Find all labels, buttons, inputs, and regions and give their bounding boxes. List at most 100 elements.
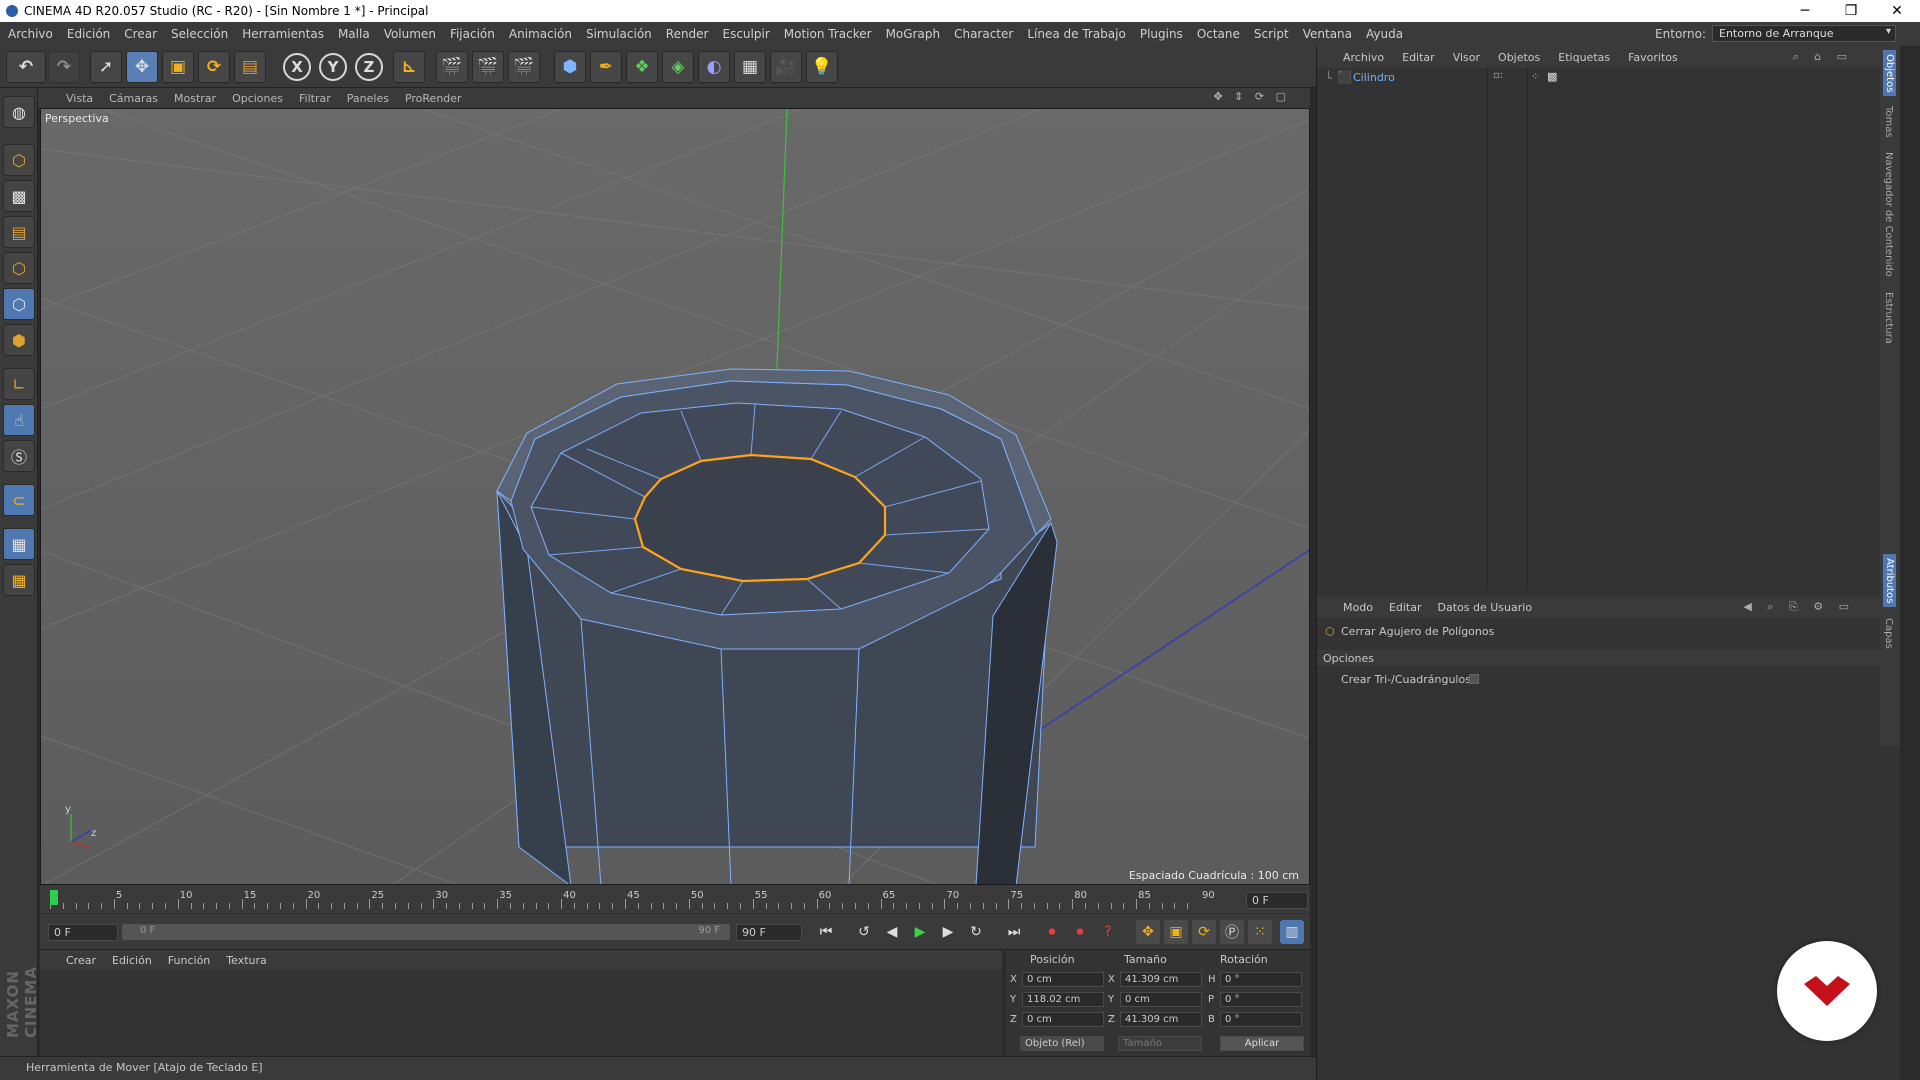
- solo-mode-icon[interactable]: Ⓢ: [3, 440, 35, 472]
- menu-edicion[interactable]: Edición: [67, 27, 110, 41]
- material-menu-crear[interactable]: Crear: [66, 954, 96, 967]
- frame-range-slider[interactable]: 0 F 90 F: [122, 924, 730, 940]
- entorno-dropdown[interactable]: Entorno de Arranque: [1712, 25, 1896, 42]
- keyframe-selection-icon[interactable]: ?: [1096, 920, 1120, 944]
- edges-mode-icon[interactable]: ⬡: [3, 288, 35, 320]
- menu-crear[interactable]: Crear: [124, 27, 157, 41]
- menu-esculpir[interactable]: Esculpir: [723, 27, 770, 41]
- cube-primitive-icon[interactable]: ⬢: [554, 51, 586, 83]
- menu-motion-tracker[interactable]: Motion Tracker: [784, 27, 872, 41]
- close-button[interactable]: ✕: [1874, 0, 1920, 22]
- tab-capas[interactable]: Capas: [1883, 618, 1894, 649]
- viewport-menu-vista[interactable]: Vista: [66, 92, 93, 105]
- object-manager-search-icon[interactable]: ⌕ ⌂ ▭: [1792, 50, 1853, 64]
- minimize-button[interactable]: ─: [1782, 0, 1828, 22]
- rotation-h-field[interactable]: 0 °: [1220, 972, 1302, 987]
- redo-icon[interactable]: ↷: [48, 51, 80, 83]
- object-menu-favoritos[interactable]: Favoritos: [1628, 51, 1678, 64]
- tab-tomas[interactable]: Tomas: [1883, 106, 1894, 138]
- menu-octane[interactable]: Octane: [1197, 27, 1240, 41]
- attribute-menu-datos-de-usuario[interactable]: Datos de Usuario: [1438, 601, 1533, 614]
- scale-tool-icon[interactable]: ▣: [162, 51, 194, 83]
- texture-tag-icon[interactable]: ▩: [1547, 70, 1557, 83]
- autokeying-icon[interactable]: ⏺: [1068, 920, 1092, 944]
- menu-herramientas[interactable]: Herramientas: [242, 27, 324, 41]
- material-menu-funcion[interactable]: Función: [168, 954, 210, 967]
- menu-linea-de-trabajo[interactable]: Línea de Trabajo: [1027, 27, 1126, 41]
- menu-plugins[interactable]: Plugins: [1140, 27, 1183, 41]
- end-frame-field[interactable]: 90 F: [736, 924, 802, 941]
- previous-frame-icon[interactable]: ◀: [880, 920, 904, 944]
- render-view-icon[interactable]: 🎬: [436, 51, 468, 83]
- go-to-end-icon[interactable]: ⏭: [1002, 920, 1026, 944]
- object-row-cilindro[interactable]: └ ⬛ Cilindro ▫: ⁘ ▩: [1317, 70, 1877, 86]
- menu-animacion[interactable]: Animación: [509, 27, 572, 41]
- menu-simulacion[interactable]: Simulación: [586, 27, 652, 41]
- rotate-tool-icon[interactable]: ⟳: [198, 51, 230, 83]
- start-frame-field[interactable]: 0 F: [48, 924, 118, 941]
- menu-malla[interactable]: Malla: [338, 27, 370, 41]
- object-menu-archivo[interactable]: Archivo: [1343, 51, 1384, 64]
- workplane-mode-icon[interactable]: ▤: [3, 216, 35, 248]
- phong-tag-icon[interactable]: ⁘: [1531, 70, 1540, 83]
- size-x-field[interactable]: 41.309 cm: [1120, 972, 1202, 987]
- timeline-layout-icon[interactable]: ▥: [1280, 920, 1304, 944]
- apply-button[interactable]: Aplicar: [1220, 1036, 1304, 1051]
- position-x-field[interactable]: 0 cm: [1022, 972, 1104, 987]
- timeline-playhead[interactable]: [50, 890, 58, 905]
- menu-fijacion[interactable]: Fijación: [450, 27, 495, 41]
- attribute-menu-editar[interactable]: Editar: [1389, 601, 1422, 614]
- y-axis-lock-icon[interactable]: Y: [319, 53, 347, 81]
- planar-workplane-icon[interactable]: ▦: [3, 564, 35, 596]
- menu-archivo[interactable]: Archivo: [8, 27, 53, 41]
- cylinder-object[interactable]: [496, 368, 1058, 885]
- previous-key-icon[interactable]: ↺: [852, 920, 876, 944]
- undo-icon[interactable]: ↶: [6, 51, 46, 83]
- viewport-menu-camaras[interactable]: Cámaras: [109, 92, 158, 105]
- key-scale-icon[interactable]: ▣: [1164, 920, 1188, 944]
- position-y-field[interactable]: 118.02 cm: [1022, 992, 1104, 1007]
- viewport-menu-mostrar[interactable]: Mostrar: [174, 92, 216, 105]
- render-settings-icon[interactable]: 🎬: [508, 51, 540, 83]
- viewport-navigation-icons[interactable]: ✥ ⇕ ⟳ ▢: [1213, 90, 1290, 103]
- viewport-menu-filtrar[interactable]: Filtrar: [299, 92, 331, 105]
- current-frame-field[interactable]: 0 F: [1246, 892, 1308, 909]
- model-mode-icon[interactable]: ⬡: [3, 144, 35, 176]
- render-picture-viewer-icon[interactable]: 🎬: [472, 51, 504, 83]
- workplane-lock-icon[interactable]: ▦: [3, 528, 35, 560]
- camera-icon[interactable]: 🎥: [770, 51, 802, 83]
- viewport-camera-label[interactable]: Perspectiva: [45, 112, 109, 125]
- key-position-icon[interactable]: ✥: [1136, 920, 1160, 944]
- snap-icon[interactable]: ⊂: [3, 484, 35, 516]
- coordinate-mode-select[interactable]: Objeto (Rel): [1020, 1036, 1104, 1051]
- floor-icon[interactable]: ▦: [734, 51, 766, 83]
- light-icon[interactable]: 💡: [806, 51, 838, 83]
- object-menu-editar[interactable]: Editar: [1402, 51, 1435, 64]
- next-frame-icon[interactable]: ▶: [936, 920, 960, 944]
- menu-mograph[interactable]: MoGraph: [886, 27, 941, 41]
- polygons-mode-icon[interactable]: ⬢: [3, 324, 35, 356]
- visibility-toggle-icon[interactable]: ▫:: [1493, 70, 1503, 81]
- play-icon[interactable]: ▶: [908, 920, 932, 944]
- menu-script[interactable]: Script: [1254, 27, 1289, 41]
- object-menu-objetos[interactable]: Objetos: [1498, 51, 1540, 64]
- record-keys-icon[interactable]: ⏺: [1040, 920, 1064, 944]
- menu-seleccion[interactable]: Selección: [171, 27, 228, 41]
- attribute-menu-modo[interactable]: Modo: [1343, 601, 1373, 614]
- object-menu-visor[interactable]: Visor: [1453, 51, 1480, 64]
- make-editable-icon[interactable]: ◍: [3, 96, 35, 128]
- move-tool-icon[interactable]: ✥: [126, 51, 158, 83]
- menu-character[interactable]: Character: [954, 27, 1013, 41]
- cloner-icon[interactable]: ◈: [662, 51, 694, 83]
- live-selection-icon[interactable]: ➚: [90, 51, 122, 83]
- key-rotation-icon[interactable]: ⟳: [1192, 920, 1216, 944]
- material-menu-textura[interactable]: Textura: [226, 954, 266, 967]
- subdivision-surface-icon[interactable]: ❖: [626, 51, 658, 83]
- menu-ayuda[interactable]: Ayuda: [1366, 27, 1403, 41]
- menu-ventana[interactable]: Ventana: [1303, 27, 1352, 41]
- viewport-menu-paneles[interactable]: Paneles: [347, 92, 389, 105]
- z-axis-lock-icon[interactable]: Z: [355, 53, 383, 81]
- crear-tri-checkbox[interactable]: [1469, 674, 1479, 684]
- menu-volumen[interactable]: Volumen: [384, 27, 436, 41]
- timeline-ruler[interactable]: 051015202530354045505560657075808590 0 F: [40, 885, 1310, 913]
